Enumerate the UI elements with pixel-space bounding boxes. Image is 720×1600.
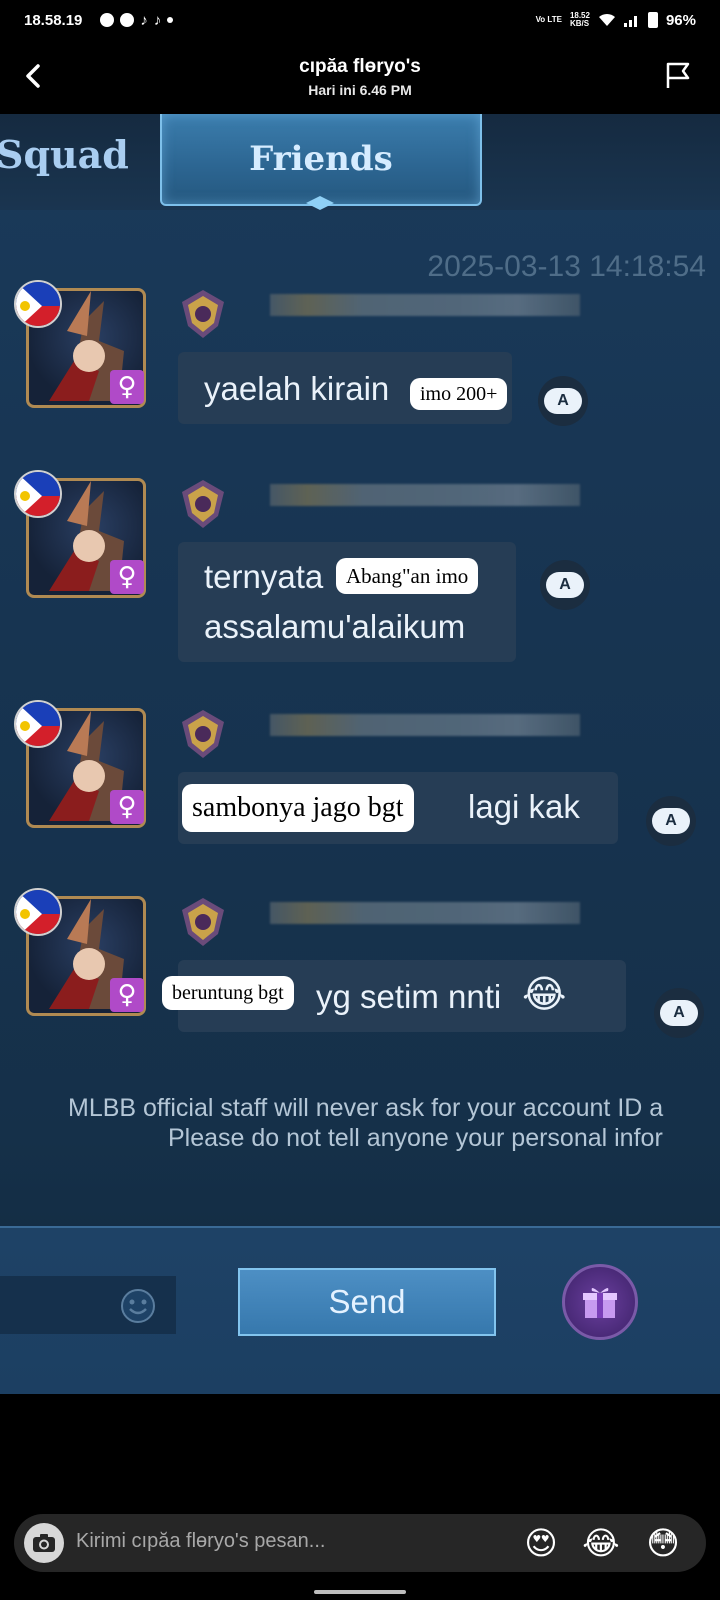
chat-message: ♀ beruntung bgt yg setim nnti 😂 A (0, 888, 720, 1096)
message-text: assalamu'alaikum (204, 608, 466, 645)
player-name-blurred (270, 484, 580, 506)
messenger-icon (120, 13, 135, 27)
tab-indicator-icon (306, 196, 334, 210)
game-tab-bar: Squad Friends (0, 114, 720, 210)
player-name-blurred (270, 294, 580, 316)
flushed-emoji-button[interactable]: 😳 (644, 1524, 682, 1562)
translate-icon: A (544, 388, 582, 414)
gift-button (562, 1264, 638, 1340)
tab-squad: Squad (0, 132, 129, 177)
message-text: yaelah kirain (204, 370, 390, 407)
female-gender-icon: ♀ (110, 370, 144, 404)
chat-message: ♀ yaelah kirain imo 200+ A (0, 280, 720, 488)
mythic-rank-icon (182, 480, 224, 528)
sticker-text: imo 200+ (410, 378, 508, 410)
message-text: ternyata (204, 558, 324, 595)
signal-icon (623, 16, 637, 27)
sticker-text: beruntung bgt (162, 976, 294, 1010)
philippines-flag-icon (14, 888, 62, 936)
laughing-emoji-button[interactable]: 😂 (582, 1524, 620, 1562)
message-timestamp: 2025-03-13 14:18:54 (427, 250, 706, 283)
data-speed: 18.52 KB/S (569, 11, 590, 28)
wifi-icon (598, 13, 615, 26)
camera-icon (33, 1534, 55, 1552)
battery-icon (647, 12, 658, 28)
sticker-text: sambonya jago bgt (182, 784, 414, 832)
report-flag-icon[interactable] (662, 60, 694, 92)
network-type: Vo LTE (535, 15, 562, 24)
notification-icons: ♪ ♪ (100, 11, 174, 29)
female-gender-icon: ♀ (110, 978, 144, 1012)
tiktok-icon: ♪ (140, 11, 148, 29)
more-dot-icon (167, 17, 174, 23)
player-name-blurred (270, 902, 580, 924)
battery-level: 96% (665, 11, 696, 29)
gift-icon (583, 1287, 617, 1318)
camera-button[interactable] (24, 1523, 64, 1563)
female-gender-icon: ♀ (110, 560, 144, 594)
translate-icon: A (652, 808, 690, 834)
philippines-flag-icon (14, 470, 62, 518)
reply-bar: Kirimi cıpăa flɵryo's pesan... 😍 😂 😳 (14, 1514, 706, 1572)
mythic-rank-icon (182, 290, 224, 338)
translate-button[interactable]: A (654, 988, 704, 1038)
tab-friends: Friends (160, 114, 482, 206)
status-time: 18.58.19 (24, 11, 83, 29)
player-name-blurred (270, 714, 580, 736)
notice-line-1: MLBB official staff will never ask for y… (68, 1094, 664, 1122)
tiktok-icon-2: ♪ (153, 11, 162, 29)
philippines-flag-icon (14, 280, 62, 328)
shared-screenshot[interactable]: Squad Friends 2025-03-13 14:18:54 ♀ yael… (0, 114, 720, 1394)
female-gender-icon: ♀ (110, 790, 144, 824)
message-text: lagi kak (468, 788, 580, 825)
chat-subtitle: Hari ini 6.46 PM (308, 82, 412, 98)
translate-button[interactable]: A (538, 376, 588, 426)
chat-message: ♀ ternyata assalamu'alaikum Abang"an imo… (0, 470, 720, 678)
notice-line-2: Please do not tell anyone your personal … (168, 1124, 663, 1152)
emoji-icon (121, 1289, 155, 1323)
message-icon (100, 13, 115, 27)
translate-button[interactable]: A (646, 796, 696, 846)
game-input-bar: Send (0, 1226, 720, 1394)
chat-title: cıpăa flɵryo's (299, 56, 421, 77)
mythic-rank-icon (182, 898, 224, 946)
heart-eyes-emoji-button[interactable]: 😍 (522, 1524, 560, 1562)
chat-header: cıpăa flɵryo's Hari ini 6.46 PM (0, 40, 720, 114)
translate-icon: A (546, 572, 584, 598)
translate-icon: A (660, 1000, 698, 1026)
laughing-emoji: 😂 (522, 972, 567, 1016)
game-send-button: Send (238, 1268, 496, 1336)
philippines-flag-icon (14, 700, 62, 748)
status-bar: 18.58.19 ♪ ♪ Vo LTE 18.52 KB/S 96% (0, 0, 720, 40)
mythic-rank-icon (182, 710, 224, 758)
message-text: yg setim nnti (316, 978, 502, 1015)
chat-message: ♀ sambonya jago bgt lagi kak A (0, 700, 720, 908)
home-indicator[interactable] (314, 1590, 406, 1594)
sticker-text: Abang"an imo (336, 558, 479, 594)
translate-button[interactable]: A (540, 560, 590, 610)
reply-input[interactable]: Kirimi cıpăa flɵryo's pesan... (76, 1530, 325, 1553)
